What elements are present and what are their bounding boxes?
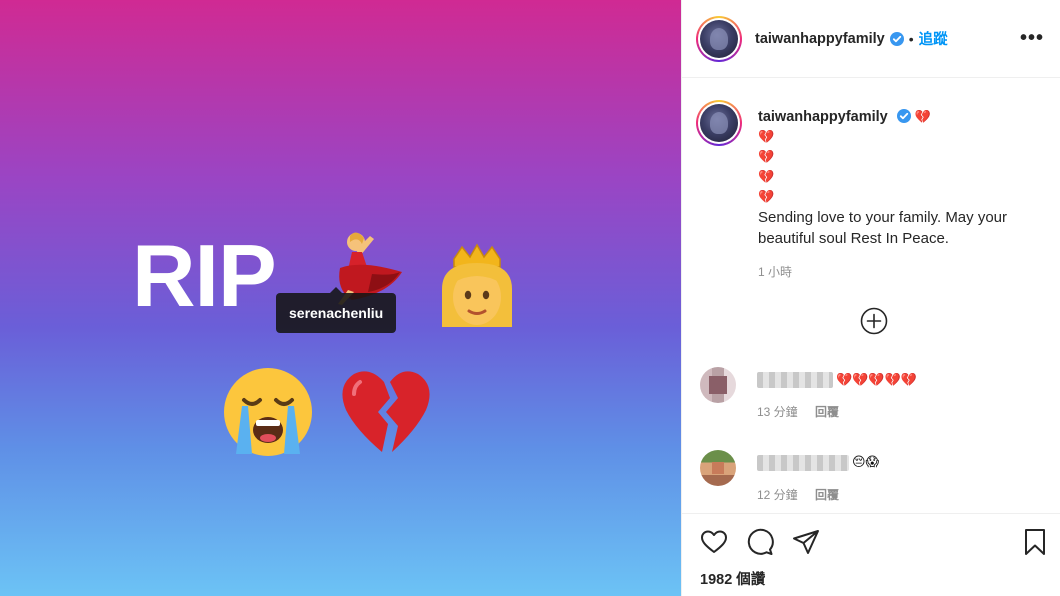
caption-username[interactable]: taiwanhappyfamily [758, 109, 888, 125]
post-image-rip-text: RIP [132, 226, 277, 325]
caption-heart: 💔 [914, 109, 931, 124]
comment-bubble-icon[interactable] [746, 528, 774, 556]
header-separator: • [908, 30, 914, 47]
broken-heart-emoji-icon [342, 371, 430, 452]
avatar-image [700, 19, 738, 58]
comment-text: 💔💔💔💔💔 [836, 372, 917, 387]
caption-heart: 💔 [758, 189, 775, 204]
share-paper-plane-icon[interactable] [792, 528, 820, 556]
post-header: taiwanhappyfamily • 追蹤 ••• [682, 0, 1060, 78]
comment-reply-button[interactable]: 回覆 [815, 405, 839, 419]
avatar[interactable] [696, 15, 742, 62]
header-username[interactable]: taiwanhappyfamily [755, 31, 885, 47]
commenter-avatar[interactable] [700, 450, 736, 486]
caption-avatar[interactable] [696, 100, 742, 146]
commenter-username-blurred[interactable] [757, 455, 849, 471]
post-side-panel: taiwanhappyfamily • 追蹤 ••• taiwanhappyfa… [681, 0, 1060, 596]
commenter-username-blurred[interactable] [757, 372, 833, 388]
post-actions: 1982 個讚 [682, 513, 1060, 596]
more-options-icon[interactable]: ••• [1020, 28, 1044, 48]
commenter-avatar[interactable] [700, 367, 736, 403]
crying-face-emoji-icon [224, 368, 312, 456]
princess-emoji-icon [442, 243, 512, 327]
user-tag-label[interactable]: serenachenliu [276, 287, 397, 333]
save-bookmark-icon[interactable] [1021, 528, 1049, 556]
caption-avatar-image [700, 104, 738, 142]
comment-text: 😔😱 [852, 454, 880, 469]
post-image[interactable]: RIP serenachenliu [0, 0, 681, 596]
caption-heart: 💔 [758, 129, 775, 144]
likes-count[interactable]: 1982 個讚 [700, 568, 765, 589]
caption-text: Sending love to your family. May your be… [758, 209, 1008, 247]
follow-button[interactable]: 追蹤 [919, 28, 948, 49]
comments-section: taiwanhappyfamily 💔 💔 💔 💔 💔 Sending love… [682, 79, 1060, 513]
verified-badge-icon [896, 109, 911, 123]
caption-heart: 💔 [758, 149, 775, 164]
comment-timestamp[interactable]: 12 分鐘 [757, 488, 798, 502]
caption-timestamp[interactable]: 1 小時 [758, 263, 792, 280]
like-heart-icon[interactable] [700, 528, 728, 556]
comment-meta: 12 分鐘 回覆 [757, 486, 853, 503]
load-more-comments-icon[interactable] [860, 307, 888, 335]
comment-reply-button[interactable]: 回覆 [815, 488, 839, 502]
caption-heart: 💔 [758, 169, 775, 184]
caption: taiwanhappyfamily 💔 💔 💔 💔 💔 Sending love… [758, 107, 1048, 249]
comment-timestamp[interactable]: 13 分鐘 [757, 405, 798, 419]
verified-badge-icon [889, 31, 904, 46]
comment-meta: 13 分鐘 回覆 [757, 403, 853, 420]
